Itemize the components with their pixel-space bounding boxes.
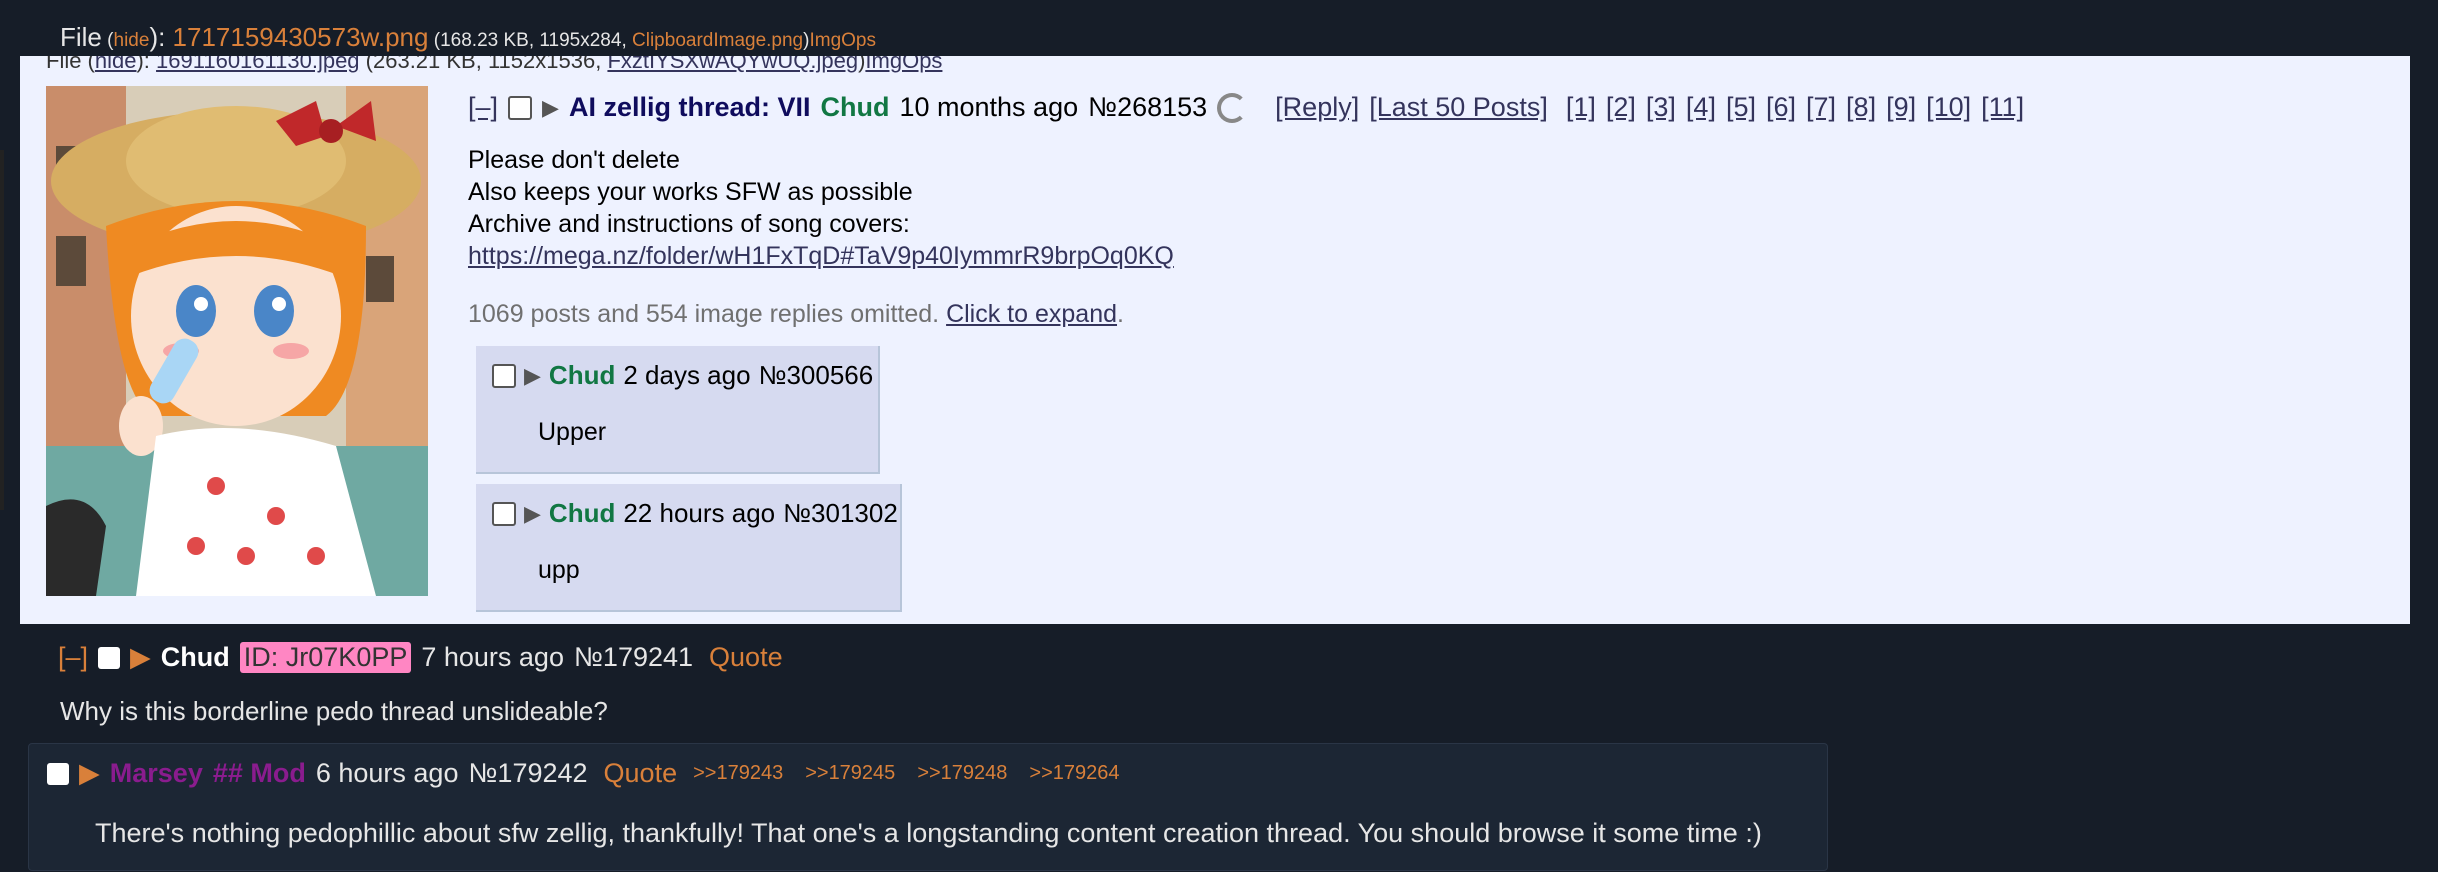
page-link: [9] — [1886, 92, 1917, 122]
page-link: [10] — [1926, 92, 1972, 122]
omitted-text: 1069 posts and 554 image replies omitted… — [468, 300, 947, 328]
reply-body: upp — [538, 556, 580, 584]
page-link: [5] — [1725, 92, 1756, 122]
select-checkbox — [492, 501, 516, 526]
embedded-file-sep: ): — [136, 56, 157, 73]
poster-name: Chud — [160, 642, 230, 672]
poster-name: Chud — [820, 92, 890, 122]
page-link: [4] — [1685, 92, 1716, 122]
collapse-post-button[interactable]: [–] — [58, 642, 88, 673]
reply-post: ▶ Chud 2 days ago №300566 Upper — [476, 346, 880, 474]
reply-body: Upper — [538, 418, 607, 446]
post-number: №268153 — [1088, 92, 1208, 122]
embedded-hide-link: hide — [94, 56, 137, 73]
file-meta: (168.23 KB, 1195x284, — [428, 30, 633, 51]
thread-header: [–] ▶ AI zellig thread: VII Chud 10 mont… — [468, 92, 2024, 123]
imgops-link[interactable]: ImgOps — [809, 30, 876, 51]
thread-subject: AI zellig thread: VII — [568, 92, 811, 122]
select-checkbox[interactable] — [47, 762, 69, 785]
post-time: 2 days ago — [623, 360, 751, 390]
post-number-link[interactable]: №179242 — [468, 758, 587, 789]
backlink[interactable]: >>179243 — [693, 762, 783, 785]
quote-link[interactable]: Quote — [604, 758, 678, 789]
post-body: There's nothing pedophillic about sfw ze… — [95, 818, 1762, 848]
embedded-file-label: File ( — [46, 56, 95, 73]
reply-post: ▶ Marsey ## Mod 6 hours ago №179242 Quot… — [28, 743, 1828, 871]
op-line: Please don't delete — [468, 146, 680, 174]
embedded-imgops: ImgOps — [865, 56, 943, 73]
page-link: [1] — [1565, 92, 1596, 122]
poster-name: Chud — [548, 360, 616, 390]
page-link: [3] — [1645, 92, 1676, 122]
post-number: №301302 — [783, 498, 898, 528]
expand-link: Click to expand — [946, 300, 1118, 328]
expand-triangle-icon: ▶ — [524, 500, 541, 526]
omitted-notice: 1069 posts and 554 image replies omitted… — [468, 300, 1124, 329]
post-header: ▶ Marsey ## Mod 6 hours ago №179242 Quot… — [47, 758, 1120, 789]
file-paren-open: ( — [101, 30, 114, 51]
expand-triangle-icon: ▶ — [524, 362, 541, 388]
backlinks: >>179243 >>179245 >>179248 >>179264 — [693, 762, 1119, 785]
mod-capcode: ## Mod — [212, 758, 306, 788]
page-link: [11] — [1981, 92, 2025, 122]
last-50-link: [Last 50 Posts] — [1369, 92, 1548, 122]
op-line: Archive and instructions of song covers: — [468, 210, 910, 238]
select-checkbox — [492, 363, 516, 388]
file-info: File (hide): 1717159430573w.png (168.23 … — [60, 22, 876, 53]
file-name-link[interactable]: 1717159430573w.png — [173, 22, 429, 52]
post-header: [–] ▶ Chud ID: Jr07K0PP 7 hours ago №179… — [58, 642, 783, 673]
page-link: [6] — [1765, 92, 1797, 122]
post-time: 7 hours ago — [421, 642, 564, 672]
mega-link: https://mega.nz/folder/wH1FxTqD#TaV9p40I… — [468, 242, 1174, 270]
poster-name: Chud — [548, 498, 616, 528]
original-filename-link[interactable]: ClipboardImage.png — [632, 30, 803, 51]
reply-post: ▶ Chud 22 hours ago №301302 upp — [476, 484, 902, 612]
collapse-thread-button: [–] — [468, 92, 499, 122]
thread-thumbnail-image — [46, 86, 428, 596]
expand-triangle-icon[interactable]: ▶ — [79, 758, 100, 789]
op-body: Please don't delete Also keeps your work… — [468, 144, 1174, 272]
reload-icon — [1217, 92, 1248, 123]
hide-link[interactable]: hide — [114, 30, 150, 51]
page-link: [7] — [1806, 92, 1837, 122]
expand-triangle-icon: ▶ — [542, 94, 559, 120]
post-number: №300566 — [758, 360, 874, 390]
embedded-file-info: File (hide): 1691160161130.jpeg (263.21 … — [46, 56, 942, 74]
reply-header: ▶ Chud 22 hours ago №301302 — [492, 498, 898, 529]
poster-id-badge[interactable]: ID: Jr07K0PP — [239, 642, 412, 673]
post-time: 22 hours ago — [623, 498, 776, 528]
select-checkbox[interactable] — [98, 646, 121, 669]
left-edge — [0, 150, 4, 510]
embedded-file-name: 1691160161130.jpeg — [156, 56, 360, 73]
embedded-original-name: FxztIYSXwAQYwUQ.jpeg — [607, 56, 859, 73]
omitted-dot: . — [1117, 300, 1124, 328]
embedded-file-meta: (263.21 KB, 1152x1536, — [359, 56, 608, 73]
post-number-link[interactable]: №179241 — [574, 642, 693, 673]
op-line: Also keeps your works SFW as possible — [468, 178, 913, 206]
file-label: File — [60, 22, 102, 52]
page-link: [2] — [1605, 92, 1636, 122]
expand-triangle-icon[interactable]: ▶ — [130, 642, 151, 673]
backlink[interactable]: >>179248 — [917, 762, 1007, 785]
reply-link: [Reply] — [1275, 92, 1360, 122]
post-time: 10 months ago — [899, 92, 1079, 122]
reply-header: ▶ Chud 2 days ago №300566 — [492, 360, 873, 391]
backlink[interactable]: >>179245 — [805, 762, 895, 785]
backlink[interactable]: >>179264 — [1029, 762, 1119, 785]
page-link: [8] — [1846, 92, 1877, 122]
post-time: 6 hours ago — [315, 758, 459, 788]
quote-link[interactable]: Quote — [709, 642, 783, 673]
poster-name: Marsey — [109, 758, 203, 788]
select-checkbox — [508, 95, 533, 120]
post-body: Why is this borderline pedo thread unsli… — [60, 696, 608, 726]
embedded-screenshot[interactable]: File (hide): 1691160161130.jpeg (263.21 … — [20, 56, 2410, 624]
file-paren-close: ): — [149, 22, 173, 52]
